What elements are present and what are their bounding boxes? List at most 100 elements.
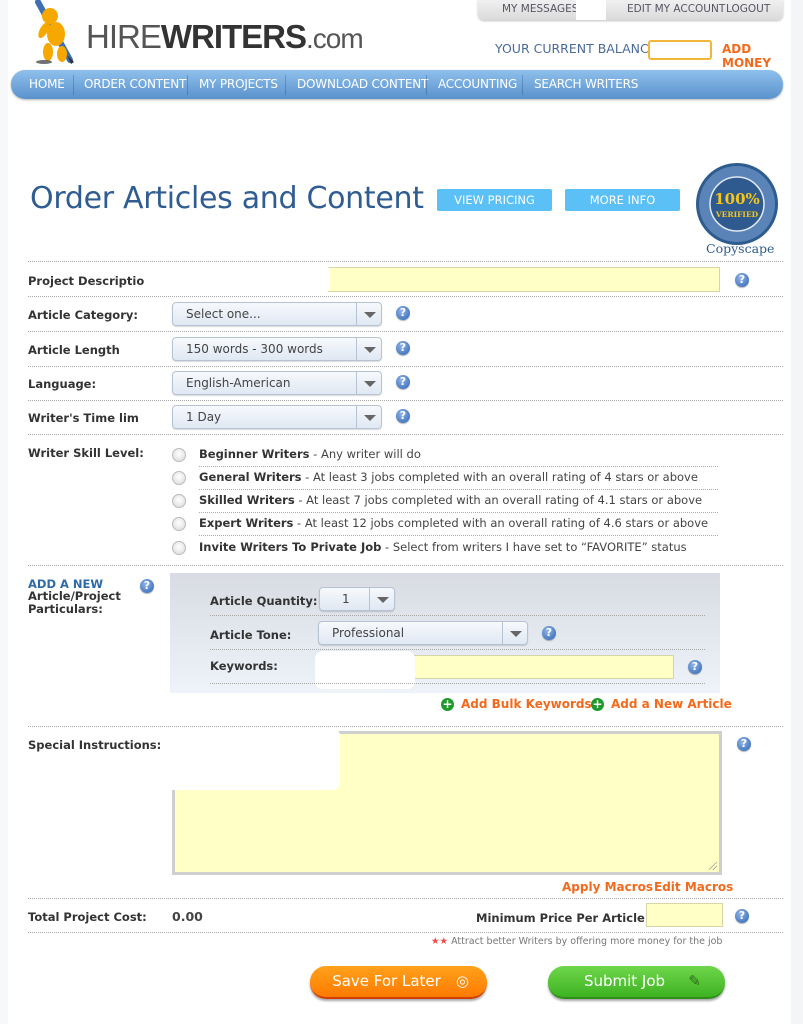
article-tone-label: Article Tone: [210, 628, 292, 642]
selected-value: English-American [186, 376, 291, 390]
nav-divider [73, 75, 74, 95]
radio-button[interactable] [172, 541, 186, 555]
page-gutter-right [791, 0, 803, 1024]
article-length-select[interactable]: 150 words - 300 words [172, 337, 382, 361]
help-icon[interactable]: ? [396, 409, 410, 423]
add-money-link[interactable]: ADD MONEY [722, 42, 803, 70]
more-info-button[interactable]: MORE INFO [565, 189, 680, 211]
divider [28, 331, 783, 332]
skill-option-general[interactable]: General Writers - At least 3 jobs comple… [172, 467, 718, 490]
apply-macros-link[interactable]: Apply Macros [562, 880, 653, 894]
option-desc: - At least 7 jobs completed with an over… [294, 493, 703, 507]
option-title: Beginner Writers [199, 447, 310, 461]
help-icon[interactable]: ? [735, 273, 749, 287]
radio-button[interactable] [172, 471, 186, 485]
language-label: Language: [28, 377, 97, 391]
submit-job-button[interactable]: Submit Job ✎ [548, 966, 725, 999]
radio-button[interactable] [172, 517, 186, 531]
main-nav: HOME ORDER CONTENT MY PROJECTS DOWNLOAD … [11, 70, 783, 99]
help-icon[interactable]: ? [688, 660, 702, 674]
skill-option-beginner[interactable]: Beginner Writers - Any writer will do [172, 444, 718, 467]
language-select[interactable]: English-American [172, 371, 382, 395]
nav-divider [426, 75, 427, 95]
help-icon[interactable]: ? [735, 909, 749, 923]
divider [28, 565, 783, 566]
resize-handle-icon[interactable] [709, 862, 717, 870]
dropdown-toggle[interactable] [502, 622, 527, 644]
dropdown-toggle[interactable] [356, 406, 381, 428]
nav-divider [522, 75, 523, 95]
logo-wordmark: HIREWRITERS.com [86, 20, 364, 53]
view-pricing-button[interactable]: VIEW PRICING [437, 189, 552, 211]
dropdown-toggle[interactable] [356, 338, 381, 360]
button-label: Submit Job [583, 972, 666, 990]
edit-macros-link[interactable]: Edit Macros [654, 880, 733, 894]
copyscape-verified-seal-icon[interactable]: 100% VERIFIED [695, 162, 779, 246]
save-for-later-button[interactable]: Save For Later ◎ [310, 966, 487, 999]
edit-account-link[interactable]: EDIT MY ACCOUNT [627, 3, 725, 15]
radio-button[interactable] [172, 448, 186, 462]
skill-option-private[interactable]: Invite Writers To Private Job - Select f… [172, 537, 718, 560]
add-new-article-link[interactable]: Add a New Article [611, 697, 732, 711]
time-limit-select[interactable]: 1 Day [172, 405, 382, 429]
nav-search-writers[interactable]: SEARCH WRITERS [534, 77, 638, 91]
logout-link[interactable]: LOGOUT [726, 3, 770, 15]
total-cost-label: Total Project Cost: [28, 910, 147, 924]
help-icon[interactable]: ? [140, 579, 154, 593]
help-icon[interactable]: ? [396, 306, 410, 320]
help-icon[interactable]: ? [396, 341, 410, 355]
article-category-select[interactable]: Select one... [172, 302, 382, 326]
nav-accounting[interactable]: ACCOUNTING [438, 77, 517, 91]
divider [28, 434, 783, 435]
skill-option-skilled[interactable]: Skilled Writers - At least 7 jobs comple… [172, 490, 718, 513]
help-icon[interactable]: ? [396, 375, 410, 389]
pencil-icon: ✎ [688, 972, 701, 990]
chevron-down-icon [364, 347, 376, 353]
nav-divider [285, 75, 286, 95]
seal-verified: VERIFIED [715, 210, 759, 219]
copyscape-caption: Copyscape [706, 241, 775, 256]
chevron-down-icon [364, 415, 376, 421]
article-length-label: Article Length [28, 343, 120, 357]
page-title: Order Articles and Content [30, 181, 424, 216]
add-bulk-keywords-link[interactable]: Add Bulk Keywords [461, 697, 592, 711]
special-instructions-label: Special Instructions: [28, 738, 162, 752]
selected-value: 1 [342, 592, 350, 606]
dropdown-toggle[interactable] [356, 372, 381, 394]
divider [28, 726, 783, 727]
plus-circle-icon[interactable]: + [441, 698, 454, 711]
divider [210, 683, 705, 684]
help-icon[interactable]: ? [542, 626, 556, 640]
option-desc: - At least 3 jobs completed with an over… [301, 470, 698, 484]
chevron-down-icon [364, 381, 376, 387]
messages-count[interactable] [576, 0, 606, 20]
option-title: Expert Writers [199, 516, 294, 530]
site-logo[interactable]: HIREWRITERS.com [18, 0, 398, 66]
divider [28, 296, 783, 297]
article-quantity-select[interactable]: 1 [319, 587, 395, 611]
skill-option-expert[interactable]: Expert Writers - At least 12 jobs comple… [172, 513, 718, 536]
radio-button[interactable] [172, 494, 186, 508]
nav-home[interactable]: HOME [29, 77, 65, 91]
nav-download-content[interactable]: DOWNLOAD CONTENT [297, 77, 428, 91]
selected-value: 1 Day [186, 410, 222, 424]
my-messages-link[interactable]: MY MESSAGES: [502, 3, 582, 15]
nav-order-content[interactable]: ORDER CONTENT [84, 77, 186, 91]
nav-my-projects[interactable]: MY PROJECTS [199, 77, 278, 91]
plus-circle-icon[interactable]: + [591, 698, 604, 711]
min-price-input[interactable] [646, 903, 723, 927]
help-icon[interactable]: ? [737, 737, 751, 751]
option-title: Invite Writers To Private Job [199, 540, 382, 554]
time-limit-label: Writer's Time lim [28, 411, 139, 425]
balance-value [648, 40, 712, 60]
divider [28, 261, 783, 262]
option-desc: - Any writer will do [309, 447, 421, 461]
dropdown-toggle[interactable] [356, 303, 381, 325]
balance-label: YOUR CURRENT BALANCE: [495, 41, 661, 56]
skill-level-label: Writer Skill Level: [28, 446, 144, 460]
divider [210, 615, 705, 616]
dropdown-toggle[interactable] [369, 588, 394, 610]
article-tone-select[interactable]: Professional [318, 621, 528, 645]
redaction [164, 728, 340, 790]
seal-percent: 100% [714, 190, 760, 208]
